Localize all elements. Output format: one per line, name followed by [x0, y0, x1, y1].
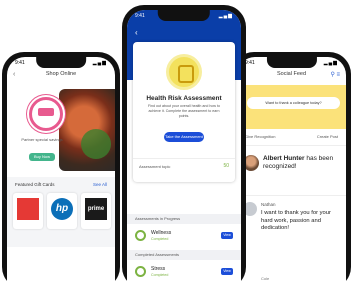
- section-header: Completed Assessments: [127, 250, 241, 260]
- view-button[interactable]: View: [221, 268, 233, 275]
- item-name: Wellness: [151, 230, 172, 236]
- badge-icon: [29, 97, 63, 131]
- feed-post[interactable]: Albert Hunter has been recognized!: [237, 149, 346, 193]
- page-header: Social Feed ⚲ ≡: [237, 71, 346, 83]
- item-status: Completed: [151, 237, 169, 241]
- list-item[interactable]: Stress Completed View: [127, 260, 241, 284]
- search-icon[interactable]: ⚲ ≡: [330, 71, 340, 78]
- status-time: 9:41: [15, 60, 25, 66]
- gift-card-prime[interactable]: prime: [81, 193, 111, 229]
- points-badge: 50: [223, 163, 229, 169]
- page-header: ‹ Shop Online: [7, 71, 115, 83]
- phone-notch: [157, 10, 211, 21]
- card-description: Find out about your overall health and h…: [148, 104, 220, 118]
- food-image: [59, 89, 115, 171]
- badge-caption: Partner special savings: [21, 137, 63, 142]
- status-time: 9:41: [135, 13, 145, 19]
- left-phone: 9:41 ▂▄▆ ‹ Shop Online Partner special s…: [2, 52, 120, 289]
- thank-colleague-prompt[interactable]: Want to thank a colleague today?: [247, 97, 340, 109]
- card-title: Health Risk Assessment: [146, 95, 222, 102]
- phone-notch: [36, 57, 86, 68]
- left-phone-screen: 9:41 ▂▄▆ ‹ Shop Online Partner special s…: [7, 57, 115, 289]
- create-post-button[interactable]: Create Post: [317, 134, 338, 139]
- back-icon[interactable]: ‹: [13, 71, 15, 78]
- prime-logo: prime: [85, 198, 107, 220]
- red-brand-logo: [17, 198, 39, 220]
- buy-now-button[interactable]: Buy Now: [29, 153, 55, 161]
- page-title: Social Feed: [276, 71, 307, 77]
- signal-icon: ▂▄▆: [218, 13, 233, 19]
- food-garnish: [81, 129, 111, 159]
- assessment-card: Health Risk Assessment Find out about yo…: [133, 42, 235, 182]
- phone-notch: [266, 57, 317, 68]
- clipboard-icon: [166, 54, 202, 90]
- page-title: Shop Online: [45, 71, 77, 77]
- post-signature: Cole: [261, 276, 270, 281]
- gift-card-hp[interactable]: hp: [47, 193, 77, 229]
- right-phone: 9:41 ▂▄▆ Social Feed ⚲ ≡ Want to thank a…: [232, 52, 351, 289]
- middle-phone-screen: 9:41 ▂▄▆ ‹ Health Risk Assessment Find o…: [127, 10, 241, 289]
- section-header: Assessments in Progress: [127, 214, 241, 224]
- status-time: 9:41: [245, 60, 255, 66]
- assessment-topic: Assessment topic: [139, 164, 171, 169]
- progress-ring-icon: [135, 230, 146, 241]
- post-message: I want to thank you for your hard work, …: [261, 210, 331, 231]
- view-button[interactable]: View: [221, 232, 233, 239]
- gift-card-red[interactable]: [13, 193, 43, 229]
- back-icon[interactable]: ‹: [135, 28, 138, 37]
- post-author: Albert Hunter: [263, 155, 305, 162]
- card-footer: Assessment topic 50: [133, 158, 235, 173]
- signal-icon: ▂▄▆: [92, 60, 107, 66]
- post-author: Nathan: [261, 202, 276, 207]
- section-title: Featured Gift Cards: [15, 182, 55, 187]
- see-all-link[interactable]: See All: [93, 182, 107, 187]
- take-assessment-button[interactable]: Take the Assessment: [164, 132, 204, 142]
- post-text: Albert Hunter has been recognized!: [263, 155, 342, 171]
- signal-icon: ▂▄▆: [323, 60, 338, 66]
- progress-ring-icon: [135, 266, 146, 277]
- gift-cards-section: Featured Gift Cards See All hp prime: [7, 177, 115, 247]
- item-name: Stress: [151, 266, 166, 272]
- give-recognition-button[interactable]: Give Recognition: [245, 134, 275, 139]
- item-status: Completed: [151, 273, 169, 277]
- list-item[interactable]: Wellness Completed View: [127, 224, 241, 248]
- feed-actions: Give Recognition Create Post: [237, 131, 346, 146]
- recognition-banner: Want to thank a colleague today?: [237, 85, 346, 129]
- middle-phone: 9:41 ▂▄▆ ‹ Health Risk Assessment Find o…: [122, 5, 246, 289]
- hp-logo: hp: [51, 198, 73, 220]
- promo-banner[interactable]: Partner special savings Buy Now: [7, 85, 115, 175]
- right-phone-screen: 9:41 ▂▄▆ Social Feed ⚲ ≡ Want to thank a…: [237, 57, 346, 289]
- feed-post[interactable]: Nathan I want to thank you for your hard…: [237, 195, 346, 289]
